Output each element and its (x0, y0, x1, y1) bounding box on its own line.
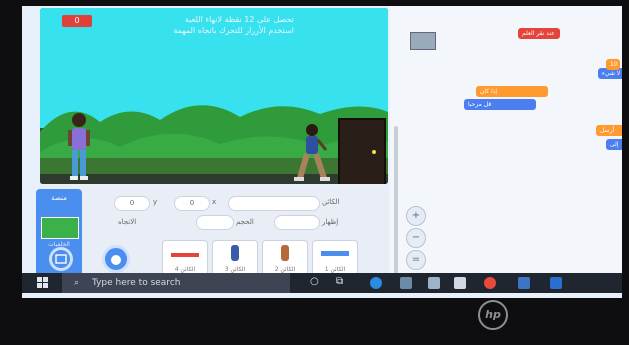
sprite-name-field[interactable] (228, 196, 320, 211)
stage[interactable]: 0 تحصل على 12 نقطة لانهاء اللعبة استخدم … (40, 8, 388, 184)
stage-caption: تحصل على 12 نقطة لانهاء اللعبة استخدم ال… (124, 14, 294, 36)
door-knob (372, 150, 376, 154)
file-explorer-icon[interactable] (400, 277, 412, 289)
y-field[interactable]: 0 (114, 196, 150, 211)
taskbar-search[interactable]: ⌕ Type here to search (62, 273, 290, 293)
windows-start-icon[interactable] (37, 277, 49, 289)
caption-line-1: تحصل على 12 نقطة لانهاء اللعبة (184, 15, 294, 24)
zoom-reset-button[interactable]: = (406, 250, 426, 270)
code-block-7[interactable]: حرك 10 (606, 59, 620, 70)
x-field[interactable]: 0 (174, 196, 210, 211)
choose-backdrop-button[interactable] (49, 247, 73, 271)
caption-line-2: استخدم الأزرار للتحرك باتجاه المهمة (173, 26, 294, 35)
sprite-thumb-3[interactable]: الكائن 2 (262, 240, 308, 276)
app-icon[interactable] (518, 277, 530, 289)
size-label: الحجم (236, 218, 254, 226)
search-placeholder: Type here to search (92, 278, 181, 288)
code-block-6[interactable]: إلى (606, 139, 622, 150)
sprite-name-label: الكائن (322, 198, 340, 206)
hp-logo: hp (478, 300, 508, 330)
code-block-3[interactable]: إذا كان (476, 86, 548, 97)
person-sprite-icon (281, 245, 289, 261)
bar-sprite-icon (171, 253, 199, 257)
size-field[interactable] (196, 215, 234, 230)
show-toggle[interactable] (274, 215, 320, 230)
x-label: x (212, 198, 217, 206)
store-icon[interactable] (454, 277, 466, 289)
y-label: y (153, 198, 158, 206)
sprite-thumb-label: الكائن 3 (224, 266, 246, 273)
sprite-thumb-2[interactable]: الكائن 3 (212, 240, 258, 276)
code-block-5[interactable]: أرسل (596, 125, 622, 136)
screen: 0 تحصل على 12 نقطة لانهاء اللعبة استخدم … (22, 6, 622, 298)
door (338, 118, 386, 184)
show-label: إظهار (322, 218, 339, 226)
zoom-out-button[interactable]: − (406, 228, 426, 248)
sprite-thumb-1[interactable]: الكائن 4 (162, 240, 208, 276)
taskbar: ⌕ Type here to search ○ ⧉ (22, 273, 622, 293)
backdrop-thumbnail-code (410, 32, 436, 50)
sprite-thumb-label: الكائن 2 (274, 266, 296, 273)
app-icon-2[interactable] (550, 277, 562, 289)
boy-sprite[interactable] (292, 122, 332, 184)
code-block-4[interactable]: قل مرحبا (464, 99, 536, 110)
sprite-thumb-label: الكائن 4 (174, 266, 196, 273)
search-icon: ⌕ (74, 278, 80, 288)
sprite-list: الكائن 4 الكائن 3 الكائن 2 الكائن 1 (112, 240, 382, 276)
stop-button[interactable]: 0 (62, 15, 92, 27)
person-sprite-icon (231, 245, 239, 261)
direction-label: الاتجاه (118, 218, 137, 226)
cortana-icon[interactable]: ○ (310, 276, 319, 287)
mail-icon[interactable] (428, 277, 440, 289)
girl-sprite[interactable] (64, 110, 94, 182)
backdrop-thumbnail (41, 217, 79, 239)
code-scrollbar[interactable] (394, 126, 398, 276)
sprite-thumb-4[interactable]: الكائن 1 (312, 240, 358, 276)
image-icon (55, 254, 67, 264)
stage-selector-label: منصة (51, 194, 67, 202)
chrome-icon[interactable] (484, 277, 496, 289)
edge-icon[interactable] (370, 277, 382, 289)
zoom-in-button[interactable]: + (406, 206, 426, 226)
bar-sprite-icon (321, 251, 349, 256)
task-view-icon[interactable]: ⧉ (336, 276, 343, 287)
sprite-thumb-label: الكائن 1 (324, 266, 346, 273)
code-block-1[interactable]: عند نقر العلم (518, 28, 560, 39)
